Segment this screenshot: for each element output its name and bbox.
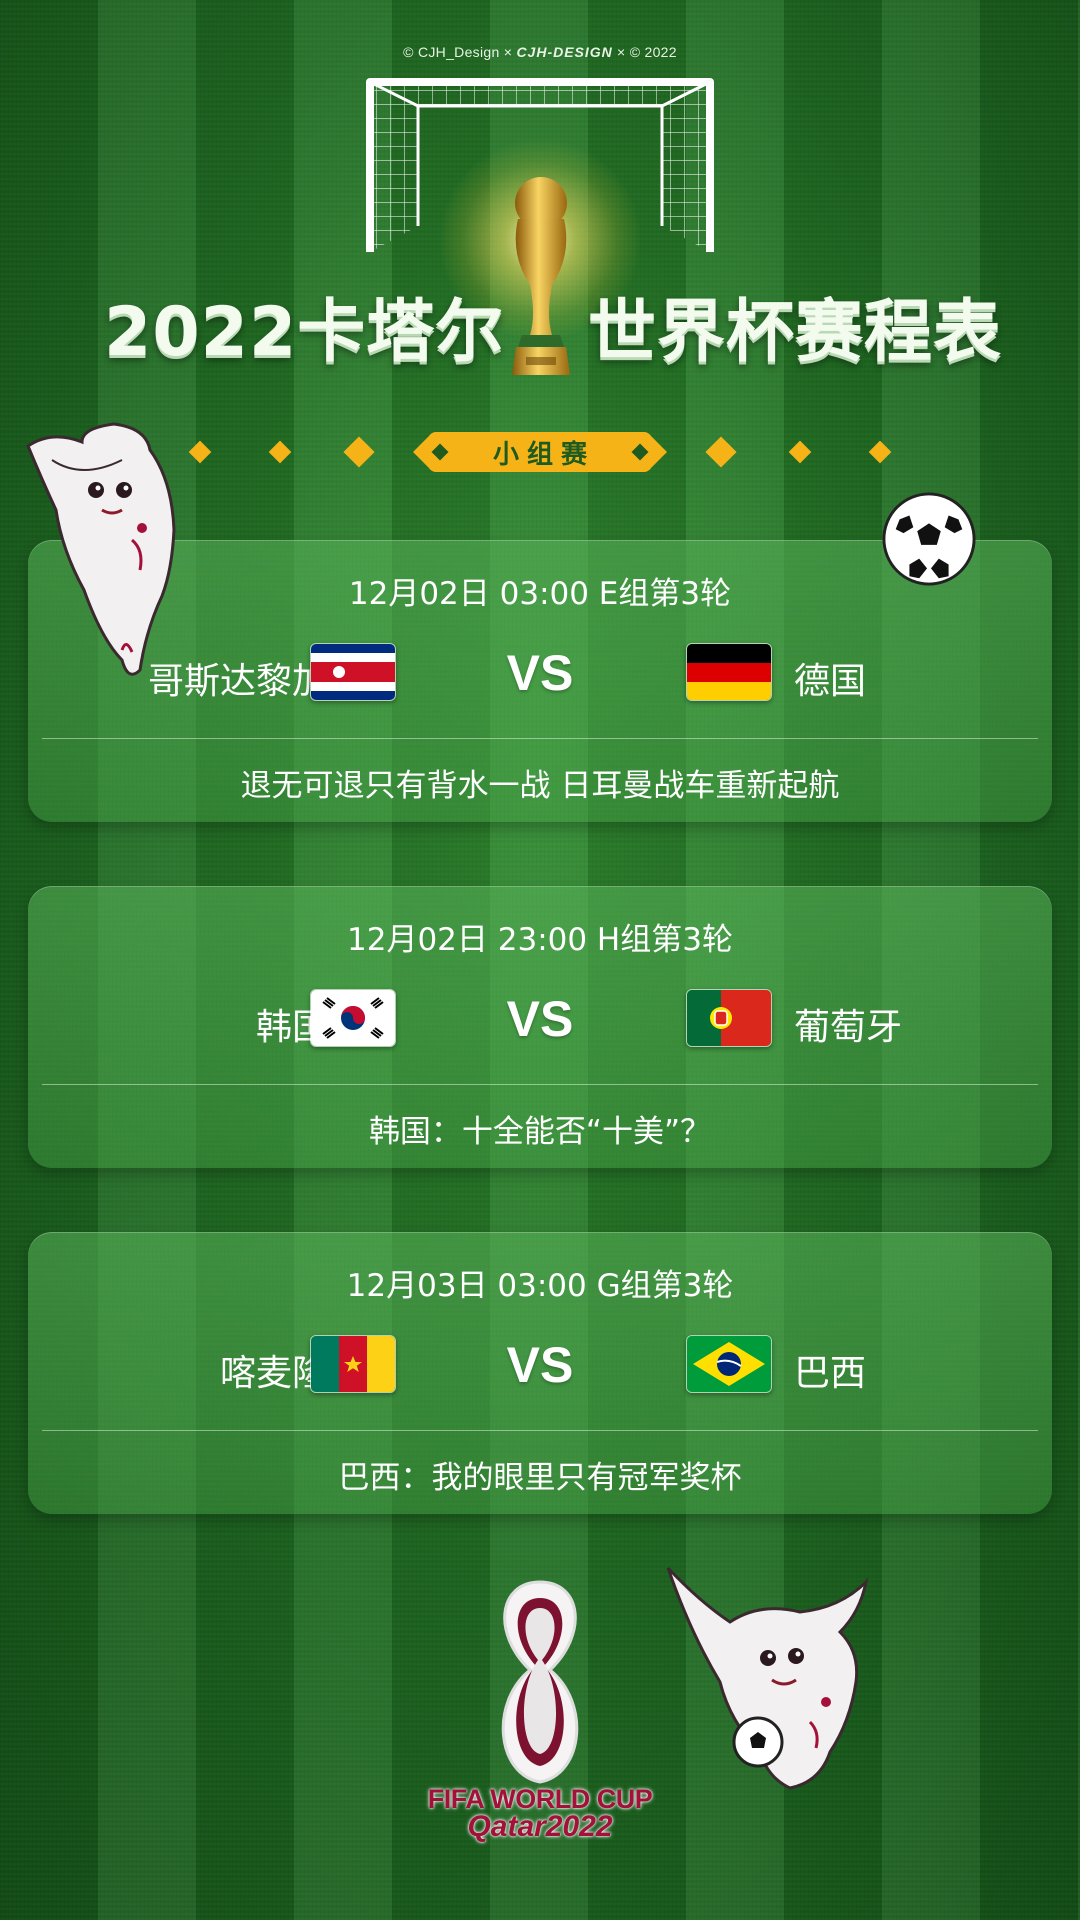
diamond-icon <box>631 443 649 461</box>
stage-label: 小组赛 <box>428 432 652 472</box>
costa-rica-flag-icon <box>310 643 396 701</box>
credit-brand: CJH-DESIGN <box>516 44 613 60</box>
stage-label-text: 小组赛 <box>492 439 595 470</box>
brazil-flag-icon <box>686 1335 772 1393</box>
match-slogan: 退无可退只有背水一战 日耳曼战车重新起航 <box>240 768 840 804</box>
diamond-icon <box>788 440 812 464</box>
card-divider <box>42 1084 1038 1085</box>
diamond-icon <box>343 436 375 468</box>
germany-flag-icon <box>686 643 772 701</box>
diamond-icon <box>868 440 892 464</box>
mascot-icon <box>26 422 176 676</box>
credit-separator: × <box>503 44 513 60</box>
credit-line: © CJH_Design × CJH-DESIGN × © 2022 <box>0 44 1080 60</box>
portugal-flag-icon <box>686 989 772 1047</box>
card-divider <box>42 738 1038 739</box>
credit-separator: × <box>617 44 626 60</box>
match-time: 12月03日 03:00 G组第3轮 <box>346 1268 734 1304</box>
diamond-icon <box>431 443 449 461</box>
versus-label: VS <box>506 1337 574 1393</box>
versus-label: VS <box>506 645 574 701</box>
trophy-icon <box>512 177 570 375</box>
mascot-kicking-icon <box>666 1566 869 1790</box>
diamond-icon <box>268 440 292 464</box>
qatar-wordmark: Qatar2022 <box>467 1810 613 1843</box>
soccer-ball-icon <box>882 492 976 586</box>
match-slogan: 巴西：我的眼里只有冠军奖杯 <box>338 1460 742 1496</box>
page-title-left: 2022卡塔尔 <box>104 293 505 372</box>
world-cup-emblem-icon <box>501 1580 579 1784</box>
cameroon-flag-icon <box>310 1335 396 1393</box>
credit-year: © 2022 <box>629 44 677 60</box>
away-team-name: 巴西 <box>794 1353 867 1394</box>
page-title-right: 世界杯赛程表 <box>588 293 1003 372</box>
match-card: 12月02日 23:00 H组第3轮 韩国 VS 葡萄牙 韩国：十全能否“十美”… <box>28 886 1052 1168</box>
away-team-name: 葡萄牙 <box>794 1007 903 1048</box>
match-slogan: 韩国：十全能否“十美”？ <box>368 1114 712 1150</box>
card-divider <box>42 1430 1038 1431</box>
credit-author: © CJH_Design <box>403 44 500 60</box>
away-team-name: 德国 <box>794 661 867 702</box>
match-card: 12月03日 03:00 G组第3轮 喀麦隆 VS 巴西 巴西：我的眼里只有冠军… <box>28 1232 1052 1514</box>
diamond-icon <box>705 436 737 468</box>
match-time: 12月02日 23:00 H组第3轮 <box>347 922 733 958</box>
korea-flag-icon <box>310 989 396 1047</box>
versus-label: VS <box>506 991 574 1047</box>
